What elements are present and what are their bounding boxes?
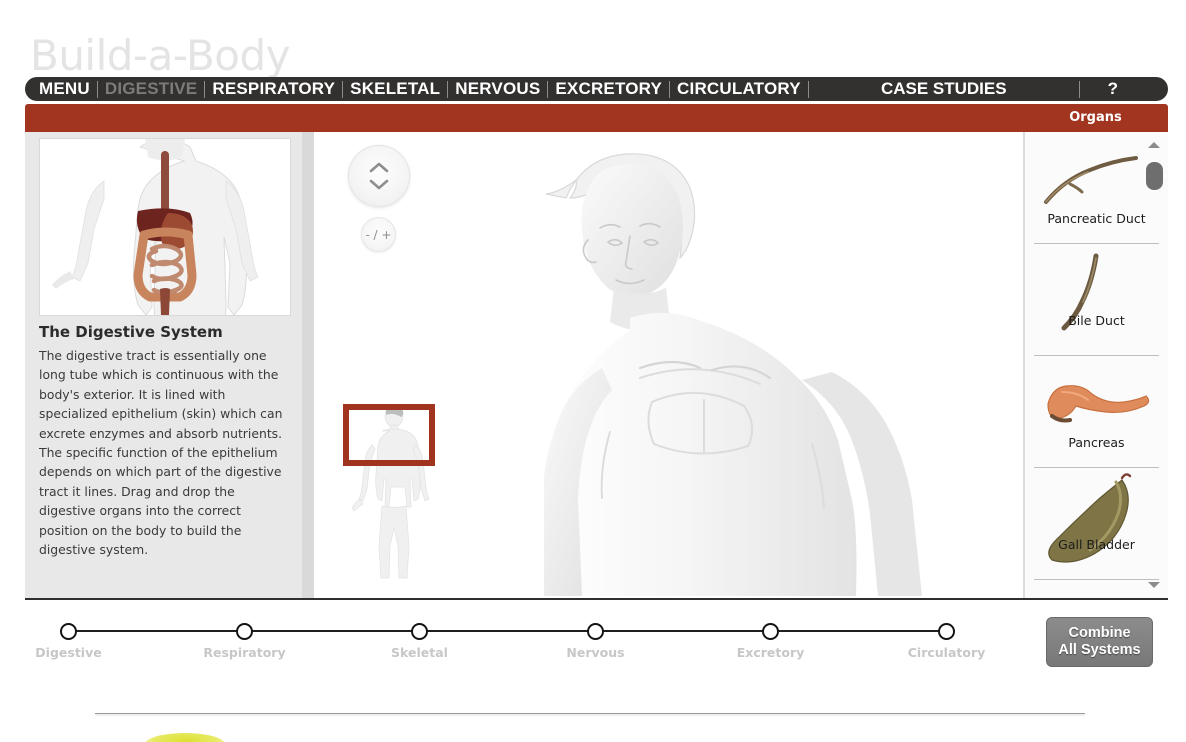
info-panel-body: The digestive tract is essentially one l…: [39, 348, 283, 558]
timeline-label[interactable]: Digestive: [35, 645, 101, 660]
nav-item-menu[interactable]: MENU: [25, 77, 97, 101]
nav-item-respiratory[interactable]: RESPIRATORY: [205, 77, 342, 101]
nav-item-digestive[interactable]: DIGESTIVE: [98, 77, 205, 101]
page-title: Build-a-Body: [30, 31, 291, 80]
timeline-dot[interactable]: [587, 623, 604, 640]
nav-item-case-studies[interactable]: CASE STUDIES: [809, 77, 1079, 101]
organ-item-pancreatic-duct[interactable]: Pancreatic Duct: [1034, 132, 1159, 244]
timeline-dot[interactable]: [60, 623, 77, 640]
chevron-down-icon[interactable]: [369, 179, 389, 190]
organ-item-bile-duct[interactable]: Bile Duct: [1034, 244, 1159, 356]
timeline-node-respiratory[interactable]: Respiratory: [203, 623, 286, 660]
organ-label: Bile Duct: [1068, 313, 1125, 328]
organ-label: Gall Bladder: [1058, 537, 1135, 552]
digestive-system-image: [39, 138, 291, 316]
combine-line-1: Combine: [1068, 625, 1131, 641]
panel-divider: [302, 132, 314, 598]
footer-highlight-shape: [145, 733, 225, 742]
help-button[interactable]: ?: [1080, 77, 1146, 101]
pancreas-image: [1034, 360, 1159, 438]
content-area: The Digestive System The digestive tract…: [25, 132, 1168, 598]
timeline-node-circulatory[interactable]: Circulatory: [908, 623, 985, 660]
section-header-band: Organs: [25, 104, 1168, 132]
combine-line-2: All Systems: [1058, 642, 1141, 658]
nav-item-circulatory[interactable]: CIRCULATORY: [670, 77, 808, 101]
organ-label: Pancreatic Duct: [1047, 211, 1146, 226]
main-navigation-bar: MENU DIGESTIVE RESPIRATORY SKELETAL NERV…: [25, 77, 1168, 101]
timeline-node-digestive[interactable]: Digestive: [35, 623, 102, 660]
nav-item-nervous[interactable]: NERVOUS: [448, 77, 547, 101]
organs-panel: Pancreatic Duct Bile Duct Pancreas Gall …: [1023, 132, 1168, 598]
scrollbar-thumb[interactable]: [1146, 162, 1163, 190]
timeline-dot[interactable]: [938, 623, 955, 640]
content-bottom-rule: [25, 598, 1168, 600]
triangle-up-icon[interactable]: [1148, 142, 1160, 148]
body-model[interactable]: [534, 132, 1023, 598]
zoom-control[interactable]: - / +: [361, 217, 396, 252]
info-panel: The Digestive System The digestive tract…: [25, 132, 302, 598]
timeline-node-excretory[interactable]: Excretory: [737, 623, 804, 660]
nav-item-skeletal[interactable]: SKELETAL: [343, 77, 447, 101]
systems-timeline: Digestive Respiratory Skeletal Nervous E…: [0, 606, 1186, 676]
timeline-label[interactable]: Circulatory: [908, 645, 986, 660]
timeline-dot[interactable]: [762, 623, 779, 640]
model-stage[interactable]: - / +: [314, 132, 1023, 598]
triangle-down-icon[interactable]: [1148, 582, 1160, 588]
body-thumbnail[interactable]: [346, 400, 442, 590]
footer-divider: [95, 713, 1085, 716]
timeline-node-nervous[interactable]: Nervous: [566, 623, 625, 660]
pancreatic-duct-image: [1034, 136, 1159, 214]
organs-panel-title: Organs: [1069, 110, 1122, 125]
nav-item-excretory[interactable]: EXCRETORY: [548, 77, 669, 101]
timeline-label[interactable]: Respiratory: [203, 645, 285, 660]
organ-item-pancreas[interactable]: Pancreas: [1034, 356, 1159, 468]
combine-all-systems-button[interactable]: Combine All Systems: [1046, 617, 1153, 667]
chevron-up-icon[interactable]: [369, 162, 389, 173]
build-a-body-app: Build-a-Body MENU DIGESTIVE RESPIRATORY …: [0, 0, 1186, 742]
timeline-label[interactable]: Skeletal: [391, 645, 448, 660]
timeline-label[interactable]: Excretory: [737, 645, 805, 660]
pan-control[interactable]: [348, 145, 410, 207]
organ-item-gall-bladder[interactable]: Gall Bladder: [1034, 468, 1159, 580]
timeline-label[interactable]: Nervous: [566, 645, 624, 660]
organ-label: Pancreas: [1068, 435, 1125, 450]
timeline-node-skeletal[interactable]: Skeletal: [391, 623, 448, 660]
timeline-dot[interactable]: [411, 623, 428, 640]
timeline-dot[interactable]: [236, 623, 253, 640]
organs-scrollbar[interactable]: [1144, 138, 1164, 592]
info-panel-heading: The Digestive System: [39, 323, 223, 341]
timeline-track: [68, 630, 946, 632]
